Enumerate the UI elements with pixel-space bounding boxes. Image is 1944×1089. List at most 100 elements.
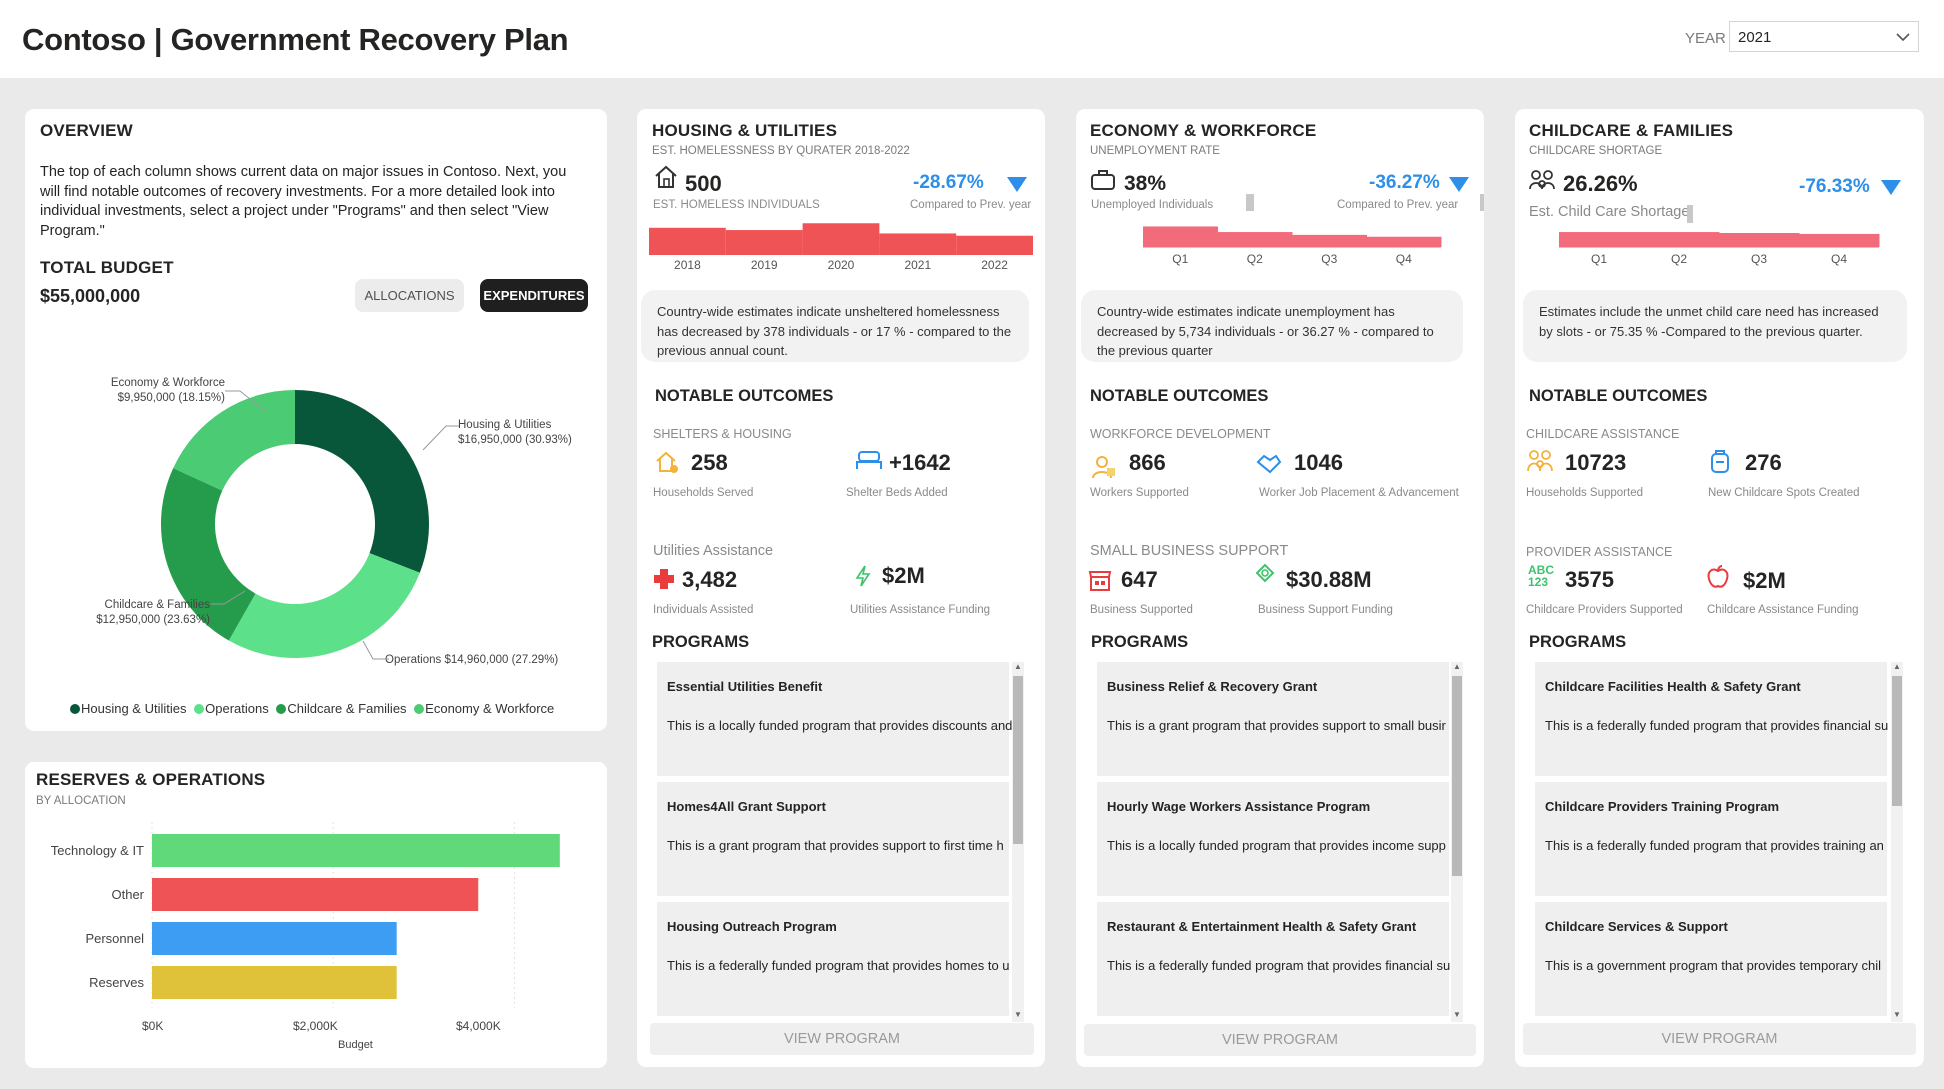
year-value: 2021	[1738, 29, 1772, 46]
scrollbar[interactable]: ▲ ▼	[1891, 662, 1903, 1022]
scroll-up-icon[interactable]: ▲	[1012, 662, 1024, 671]
quarter-bar-1[interactable]	[1217, 232, 1293, 247]
quarter-tick-2: Q3	[1751, 252, 1767, 266]
view-program-button[interactable]: VIEW PROGRAM	[1084, 1024, 1476, 1056]
housing-outcomes-title: NOTABLE OUTCOMES	[655, 387, 834, 405]
scroll-down-icon[interactable]: ▼	[1891, 1010, 1903, 1019]
program-desc: This is a federally funded program that …	[1107, 958, 1457, 973]
list-item[interactable]: Childcare Services & Support This is a g…	[1535, 902, 1887, 1016]
legend-operations: Operations	[205, 701, 269, 716]
donut-slice-1[interactable]	[228, 553, 420, 658]
quarter-tick-0: Q1	[1172, 252, 1188, 266]
reserves-card: RESERVES & OPERATIONS BY ALLOCATION Tech…	[25, 762, 607, 1068]
year-bar-2[interactable]	[802, 223, 880, 255]
housing-programs-title: PROGRAMS	[652, 633, 750, 651]
childcare-programs-title: PROGRAMS	[1529, 633, 1627, 651]
housing-program-list[interactable]: Essential Utilities Benefit This is a lo…	[657, 662, 1017, 1022]
program-title: Business Relief & Recovery Grant	[1107, 679, 1318, 694]
bar-2[interactable]	[152, 922, 397, 955]
housing-m3-cap: Individuals Assisted	[653, 604, 754, 616]
bar-3[interactable]	[152, 966, 397, 999]
economy-m1: 866	[1129, 450, 1166, 475]
donut-leader-operations	[362, 640, 389, 660]
economy-cat1: WORKFORCE DEVELOPMENT	[1090, 427, 1271, 441]
donut-leader-housing	[422, 425, 459, 451]
housing-cat1: SHELTERS & HOUSING	[653, 427, 792, 441]
housing-m3: 3,482	[682, 567, 738, 592]
view-program-button[interactable]: VIEW PROGRAM	[1523, 1023, 1916, 1055]
scroll-up-icon[interactable]: ▲	[1451, 662, 1463, 671]
donut-slice-0[interactable]	[295, 390, 429, 573]
reserves-xlabel: Budget	[338, 1039, 373, 1051]
quarter-bar-3[interactable]	[1799, 233, 1880, 247]
legend-dot-housing	[70, 704, 80, 714]
housing-m2-cap: Shelter Beds Added	[846, 487, 948, 499]
childcare-m4: $2M	[1743, 568, 1786, 593]
childcare-cat2: PROVIDER ASSISTANCE	[1526, 545, 1673, 559]
quarter-bar-2[interactable]	[1292, 234, 1367, 247]
donut-label-childcare: Childcare & Families $12,950,000 (23.63%…	[96, 599, 210, 626]
legend-economy: Economy & Workforce	[425, 701, 555, 716]
year-bar-1[interactable]	[725, 230, 803, 255]
year-label: YEAR	[1685, 30, 1726, 47]
year-bar-4[interactable]	[956, 235, 1033, 255]
school-bag-icon	[1711, 450, 1729, 473]
list-item[interactable]: Business Relief & Recovery Grant This is…	[1097, 662, 1449, 776]
quarter-bar-3[interactable]	[1366, 236, 1442, 247]
scroll-up-icon[interactable]: ▲	[1891, 662, 1903, 671]
program-title: Essential Utilities Benefit	[667, 679, 823, 694]
expenditures-button[interactable]: EXPENDITURES	[480, 279, 588, 312]
scroll-thumb[interactable]	[1452, 676, 1462, 876]
program-desc: This is a grant program that provides su…	[1107, 718, 1446, 733]
list-item[interactable]: Childcare Providers Training Program Thi…	[1535, 782, 1887, 896]
bar-0[interactable]	[152, 834, 560, 867]
quarter-bar-1[interactable]	[1639, 232, 1720, 247]
childcare-cat1: CHILDCARE ASSISTANCE	[1526, 427, 1680, 441]
xtick-4000: $4,000K	[456, 1019, 501, 1033]
donut-label-housing: Housing & Utilities $16,950,000 (30.93%)	[458, 419, 572, 446]
childcare-m4-cap: Childcare Assistance Funding	[1707, 604, 1859, 616]
program-title: Childcare Services & Support	[1545, 919, 1728, 934]
quarter-bar-0[interactable]	[1559, 232, 1640, 247]
year-dropdown[interactable]: 2021	[1729, 21, 1919, 52]
childcare-program-list[interactable]: Childcare Facilities Health & Safety Gra…	[1535, 662, 1895, 1022]
scrollbar[interactable]: ▲ ▼	[1451, 662, 1463, 1022]
list-item[interactable]: Essential Utilities Benefit This is a lo…	[657, 662, 1017, 776]
store-icon	[1088, 571, 1112, 591]
header-bar: Contoso | Government Recovery Plan YEAR …	[0, 0, 1944, 78]
list-item[interactable]: Restaurant & Entertainment Health & Safe…	[1097, 902, 1457, 1016]
scrollbar[interactable]: ▲ ▼	[1012, 662, 1024, 1022]
economy-card: ECONOMY & WORKFORCE UNEMPLOYMENT RATE 38…	[1076, 109, 1484, 1067]
allocations-button[interactable]: ALLOCATIONS	[355, 279, 464, 312]
scroll-down-icon[interactable]: ▼	[1451, 1010, 1463, 1019]
view-program-button[interactable]: VIEW PROGRAM	[650, 1023, 1034, 1055]
list-item[interactable]: Childcare Facilities Health & Safety Gra…	[1535, 662, 1895, 776]
bar-1[interactable]	[152, 878, 479, 911]
list-item[interactable]: Homes4All Grant Support This is a grant …	[657, 782, 1009, 896]
shortage-chart: Q1 Q2 Q3 Q4	[1559, 232, 1880, 266]
program-title: Childcare Facilities Health & Safety Gra…	[1545, 679, 1801, 694]
list-item[interactable]: Hourly Wage Workers Assistance Program T…	[1097, 782, 1449, 896]
list-item[interactable]: Housing Outreach Program This is a feder…	[657, 902, 1010, 1016]
year-bar-0[interactable]	[649, 227, 726, 255]
scroll-down-icon[interactable]: ▼	[1012, 1010, 1024, 1019]
quarter-tick-3: Q4	[1831, 252, 1847, 266]
legend-dot-economy	[414, 704, 425, 714]
quarter-bar-0[interactable]	[1143, 226, 1218, 247]
economy-m4-cap: Business Support Funding	[1258, 604, 1393, 616]
economy-program-list[interactable]: Business Relief & Recovery Grant This is…	[1097, 662, 1457, 1022]
overview-title: OVERVIEW	[40, 121, 133, 140]
xtick-0: $0K	[142, 1019, 164, 1033]
family-group-icon	[1527, 450, 1553, 472]
homelessness-chart: 2018 2019 2020 2021 2022	[649, 223, 1033, 269]
economy-m4: $30.88M	[1286, 567, 1372, 592]
scroll-thumb[interactable]	[1013, 676, 1023, 844]
scroll-thumb[interactable]	[1892, 676, 1902, 806]
year-tick-4: 2022	[981, 258, 1008, 269]
worker-icon	[1092, 456, 1115, 479]
program-title: Hourly Wage Workers Assistance Program	[1107, 799, 1371, 814]
quarter-bar-2[interactable]	[1719, 233, 1800, 247]
donut-leader-economy	[225, 390, 266, 412]
program-desc: This is a grant program that provides su…	[667, 838, 1004, 853]
year-bar-3[interactable]	[879, 233, 957, 255]
